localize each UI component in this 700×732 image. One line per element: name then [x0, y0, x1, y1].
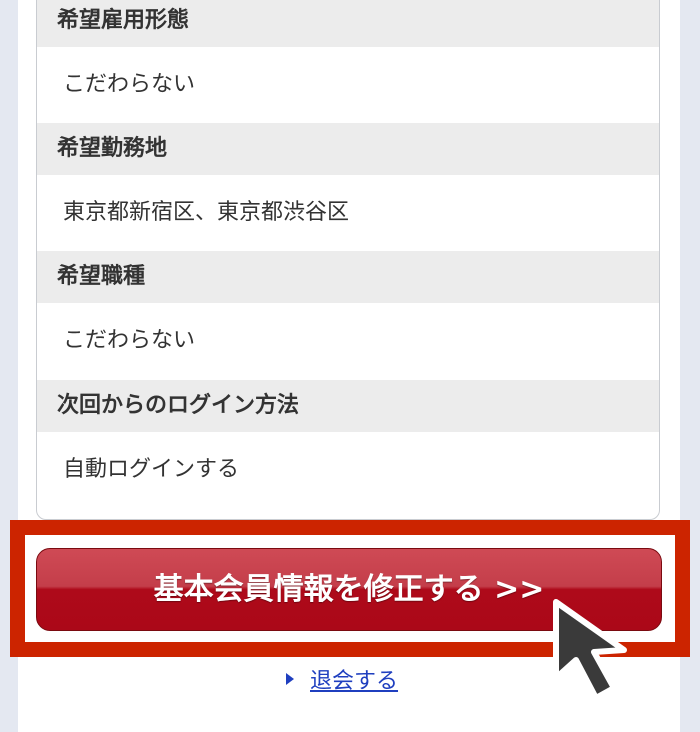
member-info-card: 希望雇用形態 こだわらない 希望勤務地 東京都新宿区、東京都渋谷区 希望職種 こ…	[36, 0, 660, 520]
row-value-employment-type: こだわらない	[37, 47, 659, 123]
row-label-login-method: 次回からのログイン方法	[37, 380, 659, 432]
row-value-work-location: 東京都新宿区、東京都渋谷区	[37, 175, 659, 251]
mouse-pointer-icon	[553, 599, 627, 701]
withdraw-link-label[interactable]: 退会する	[310, 663, 398, 695]
row-value-login-method: 自動ログインする	[37, 432, 659, 508]
triangle-right-icon	[286, 673, 294, 685]
row-label-work-location: 希望勤務地	[37, 123, 659, 175]
withdraw-link[interactable]: 退会する	[284, 663, 398, 695]
row-label-employment-type: 希望雇用形態	[37, 0, 659, 47]
row-label-job-type: 希望職種	[37, 251, 659, 303]
row-value-job-type: こだわらない	[37, 303, 659, 379]
